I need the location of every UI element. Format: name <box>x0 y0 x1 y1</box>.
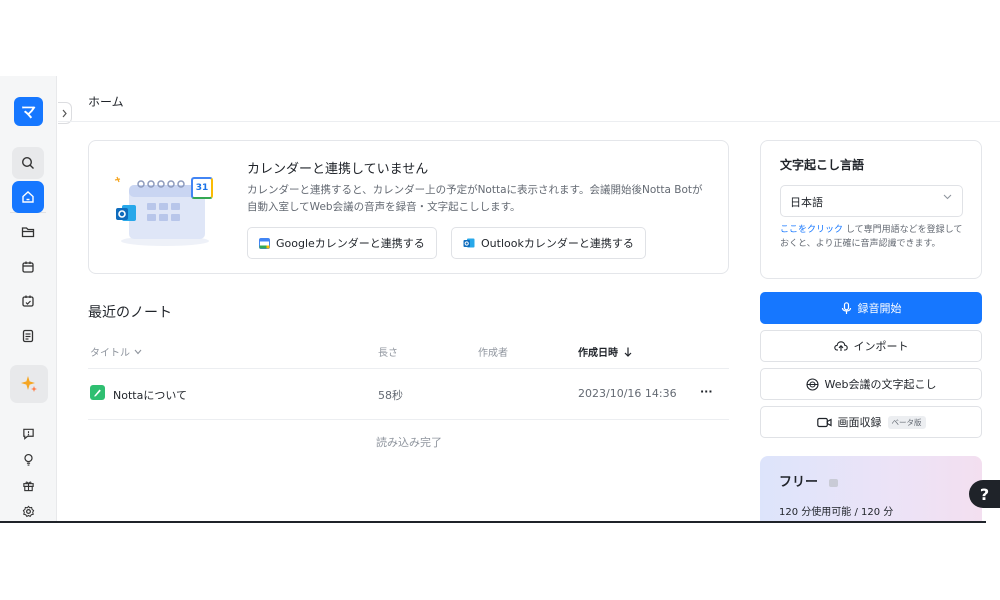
custom-vocabulary-hint: ここをクリック して専門用語などを登録しておくと、より正確に音声認識できます。 <box>780 223 970 251</box>
recent-notes-title: 最近のノート <box>88 305 172 321</box>
calendar-illustration: 31 <box>113 175 217 247</box>
plan-usage: 120 分使用可能 / 120 分 <box>779 507 894 518</box>
web-meeting-icon <box>805 377 819 391</box>
chevron-right-icon <box>62 109 67 117</box>
web-meeting-transcription-button[interactable]: Web会議の文字起こし <box>760 368 982 400</box>
screen-record-label: 画面収録 <box>837 416 882 429</box>
plan-badge-icon <box>828 478 838 487</box>
sidebar-item-settings[interactable] <box>12 495 44 523</box>
note-more-menu[interactable]: ··· <box>700 385 713 398</box>
sidebar-item-calendar[interactable] <box>12 251 44 283</box>
note-file-icon <box>90 385 105 400</box>
plan-title: フリー <box>779 471 838 490</box>
web-meeting-transcription-label: Web会議の文字起こし <box>824 378 937 391</box>
chevron-down-icon <box>134 349 142 354</box>
connect-google-calendar-label: Googleカレンダーと連携する <box>276 237 425 250</box>
sidebar-item-folder[interactable] <box>12 216 44 248</box>
column-header-length: 長さ <box>378 348 398 359</box>
note-length: 58秒 <box>378 389 403 402</box>
start-recording-label: 録音開始 <box>857 302 902 315</box>
start-recording-button[interactable]: 録音開始 <box>760 292 982 324</box>
home-icon <box>22 191 34 203</box>
document-icon <box>22 329 34 343</box>
microphone-icon <box>841 301 851 314</box>
connect-outlook-calendar-button[interactable]: Outlookカレンダーと連携する <box>451 227 646 259</box>
sidebar-item-notes[interactable] <box>12 320 44 352</box>
cloud-upload-icon <box>833 341 848 351</box>
column-header-created[interactable]: 作成日時 <box>578 344 632 359</box>
help-icon: ? <box>979 484 990 504</box>
sidebar-item-ai[interactable] <box>10 365 48 403</box>
calendar-card-description: カレンダーと連携すると、カレンダー上の予定がNottaに表示されます。会議開始後… <box>247 184 703 213</box>
folder-icon <box>21 227 35 238</box>
calendar-connect-card: 31 カレンダーと連携していません カレンダーと連携すると、カレンダー上の予定が… <box>88 140 729 274</box>
lightbulb-icon <box>23 453 33 466</box>
calendar-card-title: カレンダーと連携していません <box>247 162 429 177</box>
column-header-title-label: タイトル <box>90 348 130 359</box>
note-title[interactable]: Nottaについて <box>113 387 187 403</box>
sort-descending-icon <box>624 347 632 357</box>
sidebar-item-home[interactable] <box>12 181 44 213</box>
outlook-logo-icon <box>116 205 136 221</box>
language-select[interactable]: 日本語 <box>780 185 963 217</box>
google-calendar-logo: 31 <box>191 177 213 199</box>
search-icon <box>21 156 34 169</box>
chevron-down-icon <box>943 194 952 200</box>
transcription-language-card: 文字起こし言語 日本語 ここをクリック して専門用語などを登録しておくと、より正… <box>760 140 982 279</box>
header-divider <box>58 121 1000 122</box>
beta-badge: ベータ版 <box>887 415 926 429</box>
plan-title-label: フリー <box>779 475 819 490</box>
sidebar: マ <box>0 76 57 523</box>
import-label: インポート <box>853 340 909 353</box>
language-select-value: 日本語 <box>790 196 823 209</box>
table-row-divider <box>88 419 729 420</box>
column-header-created-label: 作成日時 <box>578 348 618 359</box>
app-frame: マ ホーム 31 カレンダーと連携していません カレンダーと連携すると、カレンダ… <box>0 76 1000 523</box>
outlook-icon <box>463 238 475 247</box>
page-title: ホーム <box>88 95 124 109</box>
sidebar-item-search[interactable] <box>12 147 44 179</box>
import-button[interactable]: インポート <box>760 330 982 362</box>
window-bottom-border <box>0 521 986 523</box>
calendar-clock-icon <box>22 295 34 307</box>
sparkle-icon <box>21 376 37 392</box>
column-header-author: 作成者 <box>478 348 508 359</box>
help-button[interactable]: ? <box>969 480 1000 508</box>
table-header-divider <box>88 368 729 369</box>
screen-record-button[interactable]: 画面収録 ベータ版 <box>760 406 982 438</box>
connect-outlook-calendar-label: Outlookカレンダーと連携する <box>481 237 634 250</box>
sidebar-item-schedule[interactable] <box>12 285 44 317</box>
video-camera-icon <box>816 417 832 427</box>
load-complete-text: 読み込み完了 <box>376 436 442 449</box>
transcription-language-title: 文字起こし言語 <box>780 158 865 172</box>
workspace-logo[interactable]: マ <box>14 97 43 126</box>
gear-icon <box>22 505 34 517</box>
plan-card: フリー 120 分使用可能 / 120 分 <box>760 456 982 523</box>
gift-icon <box>22 481 34 491</box>
custom-vocabulary-link[interactable]: ここをクリック <box>780 225 843 235</box>
connect-google-calendar-button[interactable]: Googleカレンダーと連携する <box>247 227 437 259</box>
google-calendar-icon <box>259 237 270 249</box>
calendar-icon <box>22 261 34 273</box>
column-header-title[interactable]: タイトル <box>90 344 142 359</box>
note-created: 2023/10/16 14:36 <box>578 387 677 400</box>
chat-icon <box>22 428 34 440</box>
